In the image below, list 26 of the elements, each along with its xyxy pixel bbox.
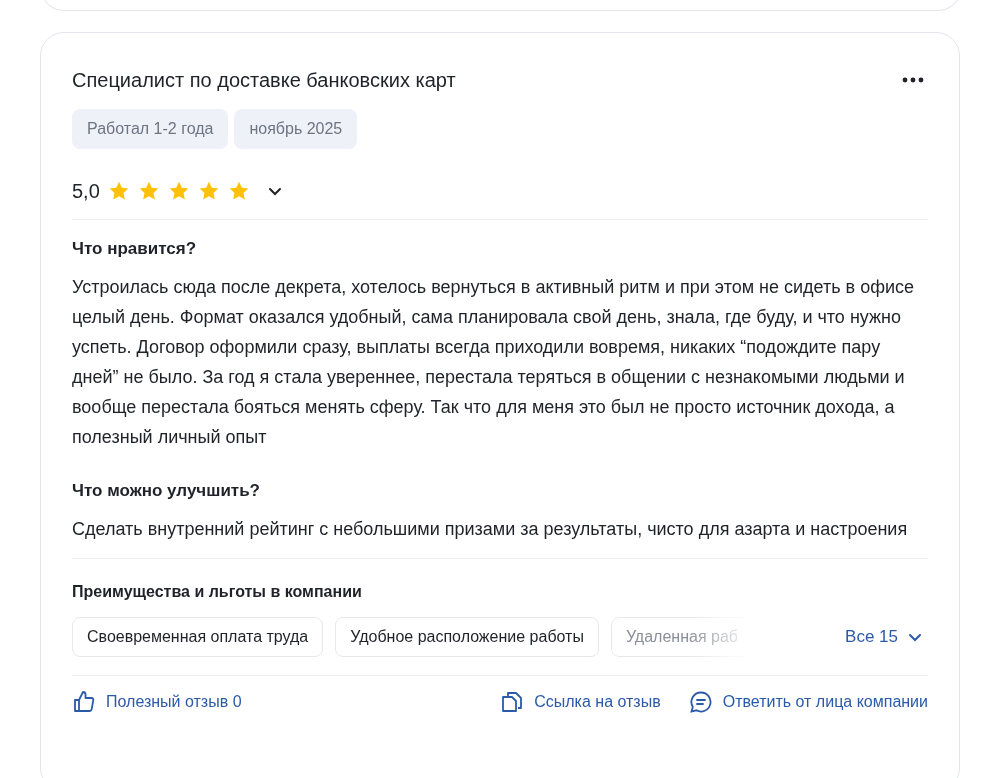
section-heading: Что нравится? xyxy=(72,238,198,260)
benefits-heading: Преимущества и льготы в компании xyxy=(72,582,363,602)
star-icon xyxy=(107,180,130,202)
star-icon xyxy=(197,180,220,202)
tag: ноябрь 2025 xyxy=(234,109,358,149)
thumbs-up-icon xyxy=(72,690,96,714)
section-heading: Что можно улучшить? xyxy=(72,480,261,502)
review-title: Специалист по доставке банковских карт xyxy=(72,68,456,93)
chevron-down-icon[interactable] xyxy=(267,186,282,196)
chevron-down-icon xyxy=(908,632,922,642)
rating-value: 5,0 xyxy=(72,179,100,203)
star-icon xyxy=(227,180,250,202)
tag: Работал 1-2 года xyxy=(72,109,229,149)
review-text: Сделать внутренний рейтинг с небольшими призами за результаты, чисто для азарта и настроения xyxy=(72,518,909,541)
copy-icon xyxy=(500,690,525,714)
action-link[interactable]: Полезный отзыв 0 xyxy=(72,690,242,714)
benefit-chip: Своевременная оплата труда xyxy=(72,617,324,657)
star-icon xyxy=(167,180,190,202)
star-icon xyxy=(137,180,160,202)
chat-icon xyxy=(688,690,713,714)
action-link[interactable]: Ссылка на отзыв xyxy=(500,690,661,714)
more-icon[interactable] xyxy=(902,77,924,83)
show-all-button[interactable]: Все 15 xyxy=(845,627,928,647)
action-link[interactable]: Ответить от лица компании xyxy=(688,690,928,714)
benefit-chip: Удобное расположение работы xyxy=(335,617,599,657)
review-text: Устроилась сюда после декрета, хотелось вернуться в активный ритм и при этом не сидеть в офисе целый день. Формат оказался удобный, сама планировала свой день, знала, где буду, и что нужно успеть. Договор оформили сразу, выплаты всегда приходили вовремя, никаких “подождите пару дней” не было. За год я стала увереннее, перестала теряться в общении с незнакомыми людьми и вообще перестала бояться менять сферу. Так что для меня это был не просто источник дохода, а полезный личный опыт xyxy=(72,276,916,449)
